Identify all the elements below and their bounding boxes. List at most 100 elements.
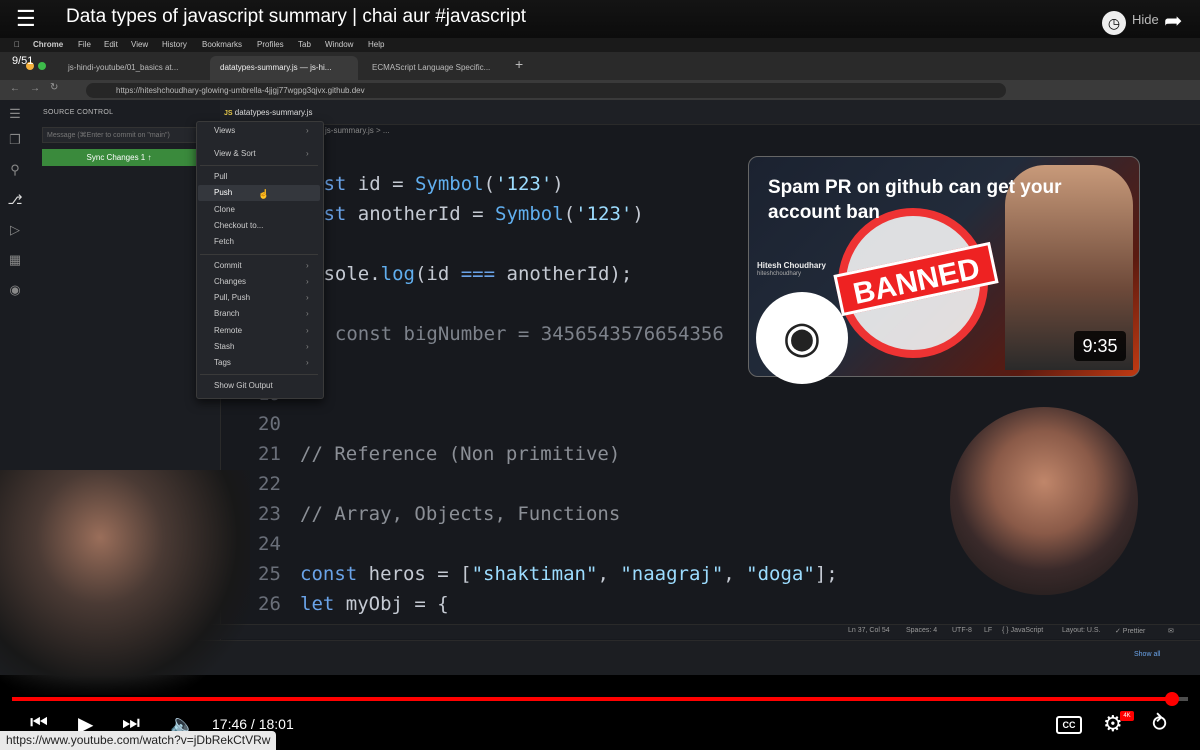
submenu-arrow-icon: ›	[306, 358, 309, 367]
menu-item-branch[interactable]: Branch	[214, 309, 239, 318]
browser-tab-ecmascript[interactable]: ECMAScript Language Specific...	[362, 56, 510, 80]
menu-icon[interactable]: ☰	[7, 106, 23, 122]
source-control-title: SOURCE CONTROL	[43, 109, 114, 116]
commit-message-input[interactable]: Message (⌘Enter to commit on "main")	[42, 127, 212, 143]
forward-icon[interactable]: →	[30, 83, 40, 94]
menu-history[interactable]: History	[162, 40, 187, 49]
thumbnail-profile-handle: hiteshchoudhary	[757, 271, 802, 277]
breadcrumb: js-summary.js > ...	[325, 126, 390, 135]
menu-item-show-git-output[interactable]: Show Git Output	[214, 381, 273, 390]
url-field[interactable]: https://hiteshchoudhary-glowing-umbrella…	[86, 83, 1006, 98]
submenu-arrow-icon: ›	[306, 261, 309, 270]
back-icon[interactable]: ←	[10, 83, 20, 94]
menu-profiles[interactable]: Profiles	[257, 40, 284, 49]
source-control-icon[interactable]: ⎇	[7, 192, 23, 208]
code-line: nst anotherId = Symbol('123')	[312, 203, 644, 225]
extensions-icon[interactable]: ▦	[7, 252, 23, 268]
explorer-icon[interactable]: ❐	[7, 132, 23, 148]
menu-separator	[200, 165, 318, 166]
menu-item-views[interactable]: Views	[214, 126, 235, 135]
editor-tab-datatypes-summary[interactable]: JS datatypes-summary.js	[224, 104, 312, 122]
code-line: const heros = ["shaktiman", "naagraj", "…	[300, 563, 838, 585]
thumbnail-profile-name: Hitesh Choudhary	[757, 261, 826, 270]
webcam-presenter-left	[0, 470, 250, 695]
menu-tab[interactable]: Tab	[298, 40, 311, 49]
github-icon[interactable]: ◉	[7, 282, 23, 298]
progress-played	[12, 697, 1172, 701]
menu-separator	[200, 374, 318, 375]
menu-window[interactable]: Window	[325, 40, 353, 49]
watch-later-icon[interactable]: ◷	[1102, 11, 1126, 35]
playlist-menu-icon[interactable]: ☰	[16, 8, 40, 30]
video-duration-badge: 9:35	[1074, 331, 1126, 361]
menu-item-stash[interactable]: Stash	[214, 342, 234, 351]
browser-tab-codespace[interactable]: datatypes-summary.js — js-hi...	[210, 56, 358, 80]
search-icon[interactable]: ⚲	[7, 162, 23, 178]
encoding[interactable]: UTF-8	[952, 627, 972, 634]
line-number: 25	[258, 563, 281, 585]
menu-item-remote[interactable]: Remote	[214, 326, 242, 335]
menu-edit[interactable]: Edit	[104, 40, 118, 49]
webcam-presenter-right	[950, 407, 1138, 595]
menu-item-pull[interactable]: Pull	[214, 172, 227, 181]
code-line: nst id = Symbol('123')	[312, 173, 564, 195]
menu-item-view-sort[interactable]: View & Sort	[214, 149, 256, 158]
hide-button[interactable]: Hide	[1132, 12, 1159, 27]
show-all-link[interactable]: Show all	[1134, 651, 1160, 658]
time-display: 17:46 / 18:01	[212, 716, 294, 732]
js-file-icon: JS	[224, 110, 233, 117]
apple-icon[interactable]: 	[14, 40, 20, 49]
menu-separator	[200, 254, 318, 255]
share-icon[interactable]: ➦	[1164, 8, 1182, 34]
menu-chrome[interactable]: Chrome	[33, 40, 63, 49]
mac-menu-bar:  Chrome File Edit View History Bookmark…	[0, 38, 1200, 52]
prettier-status[interactable]: ✓ Prettier	[1115, 627, 1145, 635]
reload-icon[interactable]: ↻	[50, 82, 58, 93]
menu-item-pull-push[interactable]: Pull, Push	[214, 293, 250, 302]
cursor-position[interactable]: Ln 37, Col 54	[848, 627, 890, 634]
menu-item-push[interactable]: Push	[214, 188, 232, 197]
notifications-icon[interactable]: ✉	[1168, 627, 1174, 635]
menu-help[interactable]: Help	[368, 40, 384, 49]
line-number: 24	[258, 533, 281, 555]
code-line: nsole.log(id === anotherId);	[312, 263, 633, 285]
quality-badge: 4K	[1120, 711, 1134, 721]
browser-tab-strip: js-hindi-youtube/01_basics at... datatyp…	[0, 52, 1200, 80]
menu-item-commit[interactable]: Commit	[214, 261, 242, 270]
thumbnail-title: Spam PR on github can get your account b…	[768, 177, 1062, 223]
line-number: 22	[258, 473, 281, 495]
line-number: 21	[258, 443, 281, 465]
progress-scrubber[interactable]	[1164, 692, 1179, 706]
submenu-arrow-icon: ›	[306, 149, 309, 158]
submenu-arrow-icon: ›	[306, 126, 309, 135]
sync-changes-button[interactable]: Sync Changes 1 ↑	[42, 149, 196, 166]
code-line: // Array, Objects, Functions	[300, 503, 621, 525]
code-line: let myObj = {	[300, 593, 449, 615]
keyboard-layout[interactable]: Layout: U.S.	[1062, 627, 1101, 634]
menu-view[interactable]: View	[131, 40, 148, 49]
menu-item-tags[interactable]: Tags	[214, 358, 231, 367]
menu-item-checkout[interactable]: Checkout to...	[214, 221, 263, 230]
github-octocat-icon: ◉	[756, 292, 848, 384]
submenu-arrow-icon: ›	[306, 277, 309, 286]
menu-item-changes[interactable]: Changes	[214, 277, 246, 286]
menu-file[interactable]: File	[78, 40, 91, 49]
submenu-arrow-icon: ›	[306, 326, 309, 335]
line-ending[interactable]: LF	[984, 627, 992, 634]
indent-spaces[interactable]: Spaces: 4	[906, 627, 937, 634]
menu-item-clone[interactable]: Clone	[214, 205, 235, 214]
hand-cursor-icon: ☝	[258, 189, 270, 199]
line-number: 26	[258, 593, 281, 615]
browser-tab-github[interactable]: js-hindi-youtube/01_basics at...	[58, 56, 206, 80]
editor-tab-label: datatypes-summary.js	[234, 108, 313, 117]
menu-item-fetch[interactable]: Fetch	[214, 237, 234, 246]
submenu-arrow-icon: ›	[306, 309, 309, 318]
window-zoom-icon[interactable]	[38, 62, 46, 70]
exit-fullscreen-icon[interactable]: ⥁	[1152, 711, 1167, 737]
run-debug-icon[interactable]: ▷	[7, 222, 23, 238]
menu-bookmarks[interactable]: Bookmarks	[202, 40, 242, 49]
new-tab-icon[interactable]: +	[515, 56, 523, 72]
captions-button[interactable]: CC	[1056, 716, 1082, 734]
language-mode[interactable]: { } JavaScript	[1002, 627, 1043, 634]
link-preview-url: https://www.youtube.com/watch?v=jDbRekCt…	[0, 731, 277, 750]
